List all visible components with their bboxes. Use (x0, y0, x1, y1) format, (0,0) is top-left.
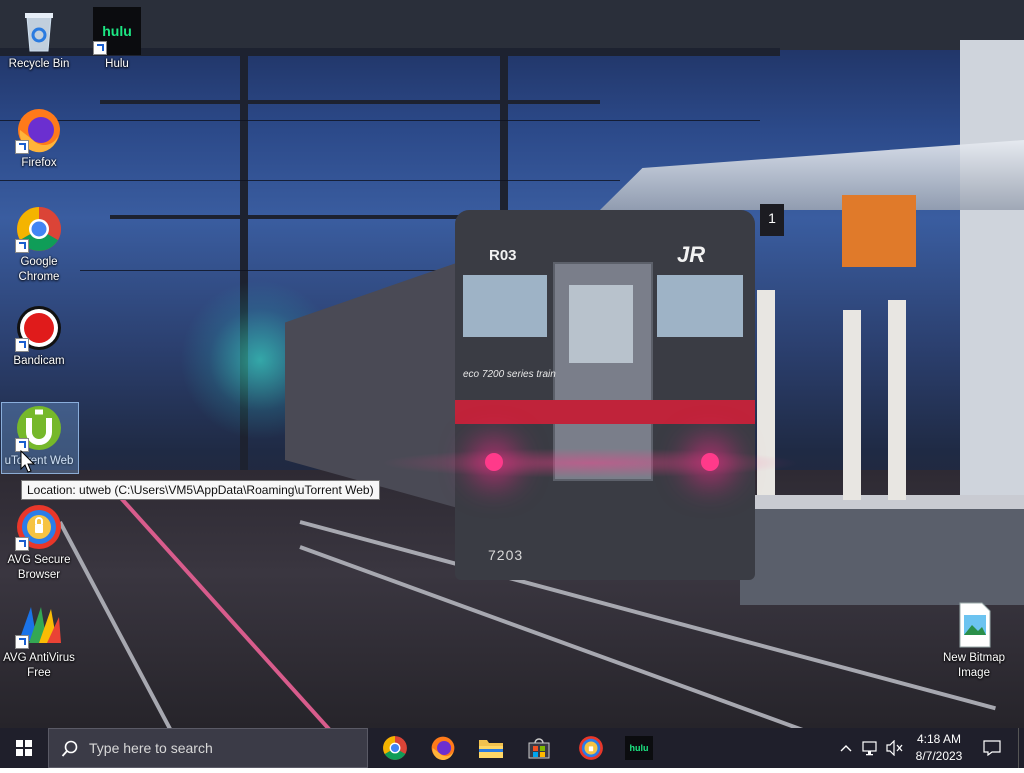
train-number: 7203 (488, 547, 524, 563)
shortcut-arrow-icon (15, 239, 29, 253)
clock-date: 8/7/2023 (915, 749, 963, 763)
chrome-icon (15, 205, 63, 253)
avg-antivirus-icon (15, 601, 63, 649)
chrome-icon (383, 736, 407, 760)
icon-label: Recycle Bin (8, 58, 70, 70)
shortcut-arrow-icon (93, 41, 107, 55)
taskbar: Type here to search hulu 4:18 AM 8/7/202… (0, 728, 1024, 768)
search-placeholder: Type here to search (89, 740, 213, 756)
avg-secure-browser-icon (15, 503, 63, 551)
utorrent-icon (15, 404, 63, 452)
recycle-bin-icon (15, 7, 63, 55)
folder-icon (479, 740, 503, 758)
clock-time: 4:18 AM (916, 732, 962, 746)
start-button[interactable] (0, 728, 48, 768)
desktop[interactable]: 1 R03 JR eco 7200 series train 7203 Recy… (0, 0, 1024, 728)
platform-edge (740, 495, 1024, 509)
taskbar-file-explorer-button[interactable] (467, 728, 515, 768)
network-tray-button[interactable] (860, 728, 882, 768)
train-window (463, 275, 547, 337)
notification-icon (983, 740, 1001, 756)
icon-label: AVG AntiVirus Free (3, 652, 75, 679)
desktop-icon-firefox[interactable]: Firefox (1, 106, 77, 171)
tooltip: Location: utweb (C:\Users\VM5\AppData\Ro… (21, 480, 380, 500)
icon-label: Bandicam (13, 355, 65, 367)
windows-logo-icon (16, 740, 32, 756)
train-series-label: eco 7200 series train (463, 369, 556, 380)
shortcut-arrow-icon (15, 635, 29, 649)
desktop-icon-new-bitmap[interactable]: New Bitmap Image (936, 601, 1012, 681)
volume-tray-button[interactable] (884, 728, 906, 768)
desktop-icon-recycle-bin[interactable]: Recycle Bin (1, 7, 77, 72)
taskbar-chrome-button[interactable] (371, 728, 419, 768)
chevron-up-icon (840, 745, 852, 752)
firefox-icon (431, 736, 455, 761)
shortcut-arrow-icon (15, 140, 29, 154)
train-window (657, 275, 743, 337)
train: R03 JR eco 7200 series train 7203 (285, 190, 755, 585)
show-hidden-icons-button[interactable] (836, 728, 856, 768)
train-stripe (455, 400, 755, 424)
store-icon (528, 738, 550, 759)
shortcut-arrow-icon (15, 338, 29, 352)
taskbar-firefox-button[interactable] (419, 728, 467, 768)
search-icon (61, 740, 78, 757)
door-window (569, 285, 633, 363)
network-icon (862, 741, 877, 756)
steel-beam (100, 100, 600, 104)
icon-label: New Bitmap Image (943, 652, 1005, 679)
desktop-icon-avg-antivirus[interactable]: AVG AntiVirus Free (1, 601, 77, 681)
bandicam-icon (15, 304, 63, 352)
overhead-wire (0, 180, 620, 181)
icon-label: Firefox (21, 157, 57, 169)
mouse-cursor-icon (20, 450, 36, 473)
platform-number-sign: 1 (760, 204, 784, 236)
taskbar-clock[interactable]: 4:18 AM 8/7/2023 (906, 731, 972, 765)
platform-pillar (843, 310, 861, 500)
desktop-icon-bandicam[interactable]: Bandicam (1, 304, 77, 369)
desktop-icon-hulu[interactable]: hulu Hulu (79, 7, 155, 72)
shortcut-arrow-icon (15, 537, 29, 551)
overhead-wire (0, 120, 760, 121)
notification-center-button[interactable] (978, 728, 1006, 768)
icon-label: Google Chrome (18, 256, 60, 283)
icon-label: Hulu (105, 58, 129, 70)
headlight-glow (380, 448, 800, 478)
train-route-code: R03 (489, 247, 517, 264)
platform (740, 495, 1024, 605)
hulu-icon: hulu (625, 736, 653, 760)
firefox-icon (15, 106, 63, 154)
taskbar-hulu-button[interactable]: hulu (615, 728, 663, 768)
desktop-icon-utorrent[interactable]: uTorrent Web (1, 402, 79, 474)
station-building (960, 40, 1024, 510)
desktop-icon-avg-secure-browser[interactable]: AVG Secure Browser (1, 503, 77, 583)
desktop-icon-chrome[interactable]: Google Chrome (1, 205, 77, 285)
train-brand: JR (677, 242, 706, 267)
taskbar-avg-browser-button[interactable] (567, 728, 615, 768)
bitmap-file-icon (950, 601, 998, 649)
taskbar-store-button[interactable] (515, 728, 563, 768)
taskbar-search-box[interactable]: Type here to search (48, 728, 368, 768)
volume-muted-icon (886, 740, 903, 756)
icon-label: AVG Secure Browser (7, 554, 71, 581)
station-sign (842, 195, 916, 267)
show-desktop-button[interactable] (1018, 728, 1024, 768)
avg-secure-browser-icon (579, 736, 603, 760)
platform-pillar (888, 300, 906, 500)
hulu-icon: hulu (93, 7, 141, 55)
